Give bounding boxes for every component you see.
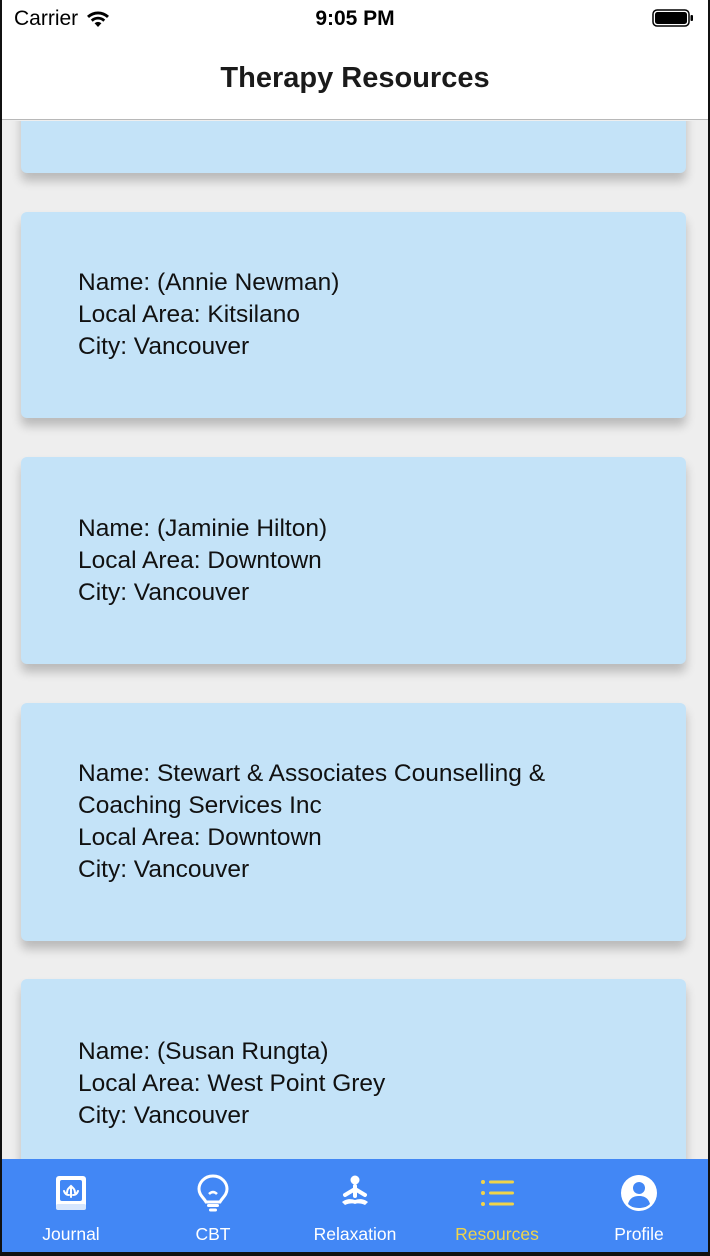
status-time: 9:05 PM [315, 7, 395, 30]
tab-cbt[interactable]: CBT [142, 1159, 284, 1256]
tab-label: Relaxation [313, 1224, 397, 1244]
tab-label: Profile [614, 1224, 664, 1244]
resource-card[interactable]: Name: (Susan Rungta) Local Area: West Po… [21, 979, 686, 1159]
resource-local-area: Local Area: Kitsilano [78, 301, 300, 328]
resource-city: City: Vancouver [78, 1102, 250, 1129]
resource-city: City: Vancouver [78, 856, 250, 883]
resource-card[interactable]: Name: (Annie Newman) Local Area: Kitsila… [21, 212, 686, 418]
resource-list[interactable]: Name: (Annie Newman) Local Area: Kitsila… [0, 121, 710, 1159]
lightbulb-icon [197, 1174, 229, 1212]
tab-label: Resources [455, 1224, 539, 1244]
tab-relaxation[interactable]: Relaxation [284, 1159, 426, 1256]
profile-icon [621, 1175, 657, 1211]
resource-name: Name: Stewart & Associates Counselling &… [78, 760, 552, 819]
tab-journal[interactable]: Journal [0, 1159, 142, 1256]
resource-name: Name: (Jaminie Hilton) [78, 514, 328, 542]
list-icon [481, 1180, 514, 1206]
device-edge-left [0, 0, 2, 1256]
battery-icon [652, 9, 693, 27]
resource-local-area: Local Area: Downtown [78, 546, 322, 574]
tab-resources[interactable]: Resources [426, 1159, 568, 1256]
resource-card[interactable]: Name: Stewart & Associates Counselling &… [21, 703, 686, 941]
device-edge-bottom [0, 1252, 710, 1256]
tab-bar: Journal CBT Relaxation Resources Profile [0, 1159, 710, 1256]
tab-label: CBT [195, 1224, 231, 1244]
resource-city: City: Vancouver [78, 578, 250, 606]
meditation-icon [342, 1175, 368, 1205]
app-screen: Carrier 9:05 PM Therapy Resources Name: … [0, 0, 710, 1256]
navigation-bar: Therapy Resources [0, 40, 710, 120]
status-bar: Carrier 9:05 PM [0, 0, 710, 40]
resource-city: City: Vancouver [78, 333, 250, 360]
journal-icon [56, 1176, 86, 1210]
resource-name: Name: (Annie Newman) [78, 269, 340, 296]
resource-card[interactable] [21, 121, 686, 173]
resource-card[interactable]: Name: (Jaminie Hilton) Local Area: Downt… [21, 457, 686, 664]
resource-local-area: Local Area: Downtown [78, 824, 322, 851]
tab-profile[interactable]: Profile [568, 1159, 710, 1256]
resource-local-area: Local Area: West Point Grey [78, 1070, 386, 1097]
page-title: Therapy Resources [220, 62, 490, 94]
resource-name: Name: (Susan Rungta) [78, 1038, 329, 1065]
tab-label: Journal [42, 1224, 100, 1244]
